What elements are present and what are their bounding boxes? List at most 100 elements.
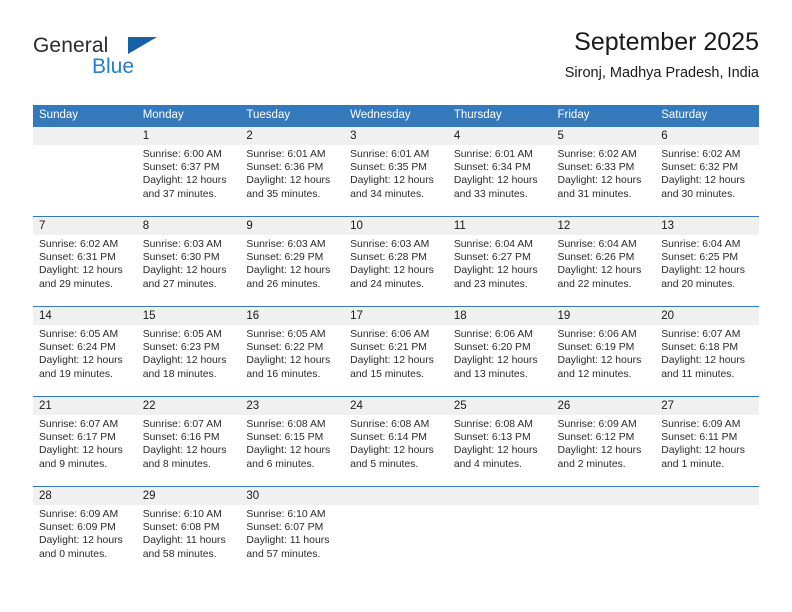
calendar-day-cell[interactable]: 20 Sunrise: 6:07 AM Sunset: 6:18 PM Dayl… [655,306,759,397]
calendar-day-cell[interactable] [655,486,759,576]
sunrise-text: Sunrise: 6:01 AM [246,149,326,160]
sunrise-text: Sunrise: 6:08 AM [453,419,533,430]
daylight-text-line2: and 33 minutes. [453,188,528,200]
daylight-text-line1: Daylight: 12 hours [557,445,642,457]
sunset-text: Sunset: 6:21 PM [350,342,427,354]
sunrise-text: Sunrise: 6:01 AM [453,149,533,160]
calendar-day-cell[interactable]: 1 Sunrise: 6:00 AM Sunset: 6:37 PM Dayli… [136,126,241,217]
daylight-text-line1: Daylight: 12 hours [350,355,434,367]
calendar-day-cell[interactable]: 25 Sunrise: 6:08 AM Sunset: 6:13 PM Dayl… [447,396,552,487]
calendar-week-row: 1 Sunrise: 6:00 AM Sunset: 6:37 PM Dayli… [33,126,759,217]
daylight-text-line1: Daylight: 12 hours [350,265,434,277]
weekday-header-thursday: Thursday [447,105,552,127]
daylight-text-line1: Daylight: 12 hours [661,175,745,187]
calendar-day-cell[interactable]: 8 Sunrise: 6:03 AM Sunset: 6:30 PM Dayli… [136,216,241,307]
day-number: 26 [551,397,656,415]
day-number: 4 [447,127,552,145]
sunrise-text: Sunrise: 6:04 AM [557,239,637,250]
daylight-text-line1: Daylight: 12 hours [453,265,538,277]
day-details: Sunrise: 6:04 AM Sunset: 6:25 PM Dayligh… [655,235,759,291]
calendar-day-cell[interactable]: 19 Sunrise: 6:06 AM Sunset: 6:19 PM Dayl… [551,306,656,397]
sunrise-text: Sunrise: 6:03 AM [350,239,430,250]
calendar-day-cell[interactable]: 26 Sunrise: 6:09 AM Sunset: 6:12 PM Dayl… [551,396,656,487]
sunset-text: Sunset: 6:14 PM [350,432,427,444]
day-number: 19 [551,307,656,325]
calendar-day-cell[interactable]: 9 Sunrise: 6:03 AM Sunset: 6:29 PM Dayli… [240,216,345,307]
calendar-day-cell[interactable] [33,126,137,217]
daylight-text-line2: and 27 minutes. [142,278,217,290]
calendar-day-cell[interactable]: 11 Sunrise: 6:04 AM Sunset: 6:27 PM Dayl… [447,216,552,307]
day-details: Sunrise: 6:06 AM Sunset: 6:19 PM Dayligh… [552,325,656,381]
day-details: Sunrise: 6:09 AM Sunset: 6:11 PM Dayligh… [655,415,759,471]
calendar-day-cell[interactable]: 21 Sunrise: 6:07 AM Sunset: 6:17 PM Dayl… [33,396,137,487]
weekday-header-friday: Friday [551,105,656,127]
calendar-day-cell[interactable]: 7 Sunrise: 6:02 AM Sunset: 6:31 PM Dayli… [33,216,137,307]
calendar-day-cell[interactable]: 22 Sunrise: 6:07 AM Sunset: 6:16 PM Dayl… [136,396,241,487]
sunrise-text: Sunrise: 6:03 AM [142,239,222,250]
daylight-text-line2: and 26 minutes. [246,278,321,290]
daylight-text-line1: Daylight: 12 hours [350,445,434,457]
calendar-day-cell[interactable]: 5 Sunrise: 6:02 AM Sunset: 6:33 PM Dayli… [551,126,656,217]
sunrise-text: Sunrise: 6:00 AM [142,149,222,160]
calendar-day-cell[interactable]: 15 Sunrise: 6:05 AM Sunset: 6:23 PM Dayl… [136,306,241,397]
day-details [344,505,448,508]
day-details: Sunrise: 6:01 AM Sunset: 6:35 PM Dayligh… [344,145,448,201]
sunrise-text: Sunrise: 6:09 AM [661,419,741,430]
sunset-text: Sunset: 6:13 PM [453,432,531,444]
sunset-text: Sunset: 6:08 PM [142,522,220,534]
calendar-day-cell[interactable]: 29 Sunrise: 6:10 AM Sunset: 6:08 PM Dayl… [136,486,241,576]
day-details: Sunrise: 6:04 AM Sunset: 6:27 PM Dayligh… [448,235,552,291]
calendar-day-cell[interactable]: 3 Sunrise: 6:01 AM Sunset: 6:35 PM Dayli… [344,126,448,217]
day-number: 9 [240,217,345,235]
day-details: Sunrise: 6:01 AM Sunset: 6:36 PM Dayligh… [240,145,344,201]
calendar-day-cell[interactable]: 13 Sunrise: 6:04 AM Sunset: 6:25 PM Dayl… [655,216,759,307]
day-details [655,505,759,508]
calendar-day-cell[interactable]: 27 Sunrise: 6:09 AM Sunset: 6:11 PM Dayl… [655,396,759,487]
daylight-text-line1: Daylight: 12 hours [557,265,642,277]
daylight-text-line2: and 18 minutes. [142,368,217,380]
sunset-text: Sunset: 6:07 PM [246,522,324,534]
sunrise-text: Sunrise: 6:06 AM [350,329,430,340]
sunrise-text: Sunrise: 6:07 AM [142,419,222,430]
daylight-text-line2: and 5 minutes. [350,458,419,470]
calendar-day-cell[interactable]: 12 Sunrise: 6:04 AM Sunset: 6:26 PM Dayl… [551,216,656,307]
daylight-text-line1: Daylight: 12 hours [142,265,227,277]
calendar-day-cell[interactable]: 17 Sunrise: 6:06 AM Sunset: 6:21 PM Dayl… [344,306,448,397]
daylight-text-line1: Daylight: 12 hours [39,445,123,457]
calendar-day-cell[interactable]: 14 Sunrise: 6:05 AM Sunset: 6:24 PM Dayl… [33,306,137,397]
location-subtitle: Sironj, Madhya Pradesh, India [564,65,759,81]
calendar-day-cell[interactable]: 2 Sunrise: 6:01 AM Sunset: 6:36 PM Dayli… [240,126,345,217]
daylight-text-line1: Daylight: 12 hours [39,535,123,547]
calendar-day-cell[interactable]: 24 Sunrise: 6:08 AM Sunset: 6:14 PM Dayl… [344,396,448,487]
calendar-day-cell[interactable]: 23 Sunrise: 6:08 AM Sunset: 6:15 PM Dayl… [240,396,345,487]
logo-triangle-icon [128,37,157,54]
calendar-day-cell[interactable]: 18 Sunrise: 6:06 AM Sunset: 6:20 PM Dayl… [447,306,552,397]
day-number: 30 [240,487,345,505]
sunrise-text: Sunrise: 6:02 AM [557,149,637,160]
calendar-day-cell[interactable]: 10 Sunrise: 6:03 AM Sunset: 6:28 PM Dayl… [344,216,448,307]
calendar-day-cell[interactable]: 6 Sunrise: 6:02 AM Sunset: 6:32 PM Dayli… [655,126,759,217]
day-details: Sunrise: 6:03 AM Sunset: 6:30 PM Dayligh… [137,235,241,291]
daylight-text-line1: Daylight: 12 hours [142,445,227,457]
daylight-text-line1: Daylight: 12 hours [661,445,745,457]
daylight-text-line1: Daylight: 12 hours [453,355,538,367]
calendar-day-cell[interactable]: 30 Sunrise: 6:10 AM Sunset: 6:07 PM Dayl… [240,486,345,576]
daylight-text-line2: and 6 minutes. [246,458,315,470]
calendar-day-cell[interactable]: 4 Sunrise: 6:01 AM Sunset: 6:34 PM Dayli… [447,126,552,217]
calendar-week-row: 21 Sunrise: 6:07 AM Sunset: 6:17 PM Dayl… [33,396,759,487]
calendar-day-cell[interactable] [551,486,656,576]
daylight-text-line2: and 37 minutes. [142,188,217,200]
calendar-day-cell[interactable] [447,486,552,576]
calendar-day-cell[interactable] [344,486,448,576]
day-details: Sunrise: 6:08 AM Sunset: 6:13 PM Dayligh… [448,415,552,471]
daylight-text-line2: and 8 minutes. [142,458,211,470]
day-number: 3 [344,127,448,145]
day-number: 16 [240,307,345,325]
calendar-body: 1 Sunrise: 6:00 AM Sunset: 6:37 PM Dayli… [33,126,759,576]
calendar-day-cell[interactable]: 28 Sunrise: 6:09 AM Sunset: 6:09 PM Dayl… [33,486,137,576]
day-details: Sunrise: 6:09 AM Sunset: 6:12 PM Dayligh… [552,415,656,471]
daylight-text-line1: Daylight: 12 hours [350,175,434,187]
calendar-day-cell[interactable]: 16 Sunrise: 6:05 AM Sunset: 6:22 PM Dayl… [240,306,345,397]
day-number: 29 [136,487,241,505]
daylight-text-line1: Daylight: 12 hours [246,355,331,367]
